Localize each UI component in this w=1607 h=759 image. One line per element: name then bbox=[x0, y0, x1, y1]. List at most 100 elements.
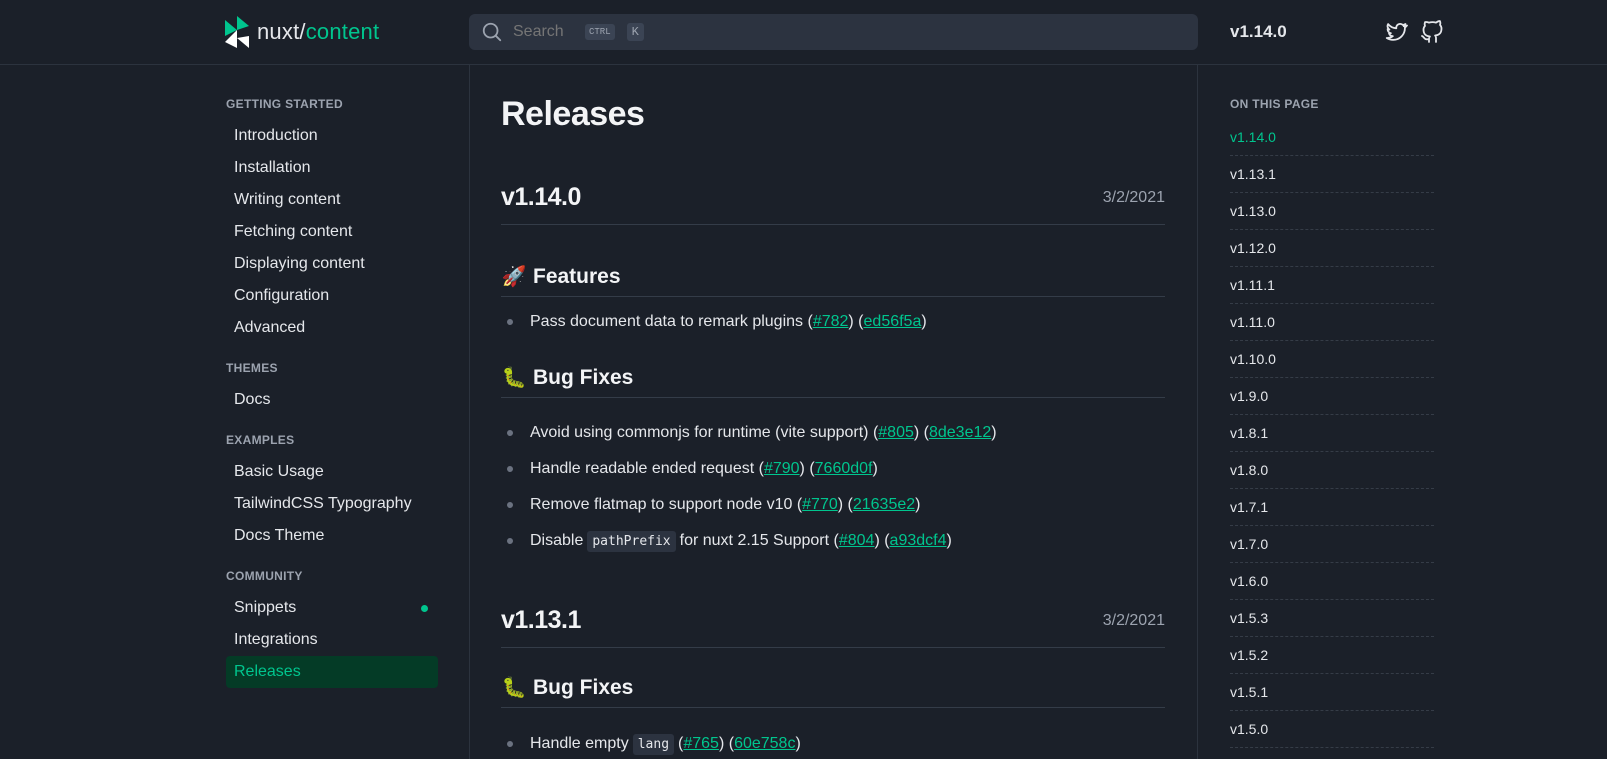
right-divider bbox=[1197, 65, 1198, 759]
page-title: Releases bbox=[501, 95, 645, 133]
bug-icon: 🐛 bbox=[501, 367, 527, 389]
toc-item-v1-8-1[interactable]: v1.8.1 bbox=[1230, 415, 1434, 452]
sidebar-item-docs-theme[interactable]: Docs Theme bbox=[226, 520, 438, 552]
bullet bbox=[507, 502, 513, 508]
bullet bbox=[507, 538, 513, 544]
item-text: ) bbox=[872, 460, 878, 477]
logo-text-part1: nuxt/ bbox=[257, 19, 306, 44]
github-link[interactable] bbox=[1420, 20, 1444, 44]
commit-link[interactable]: 60e758c bbox=[734, 735, 795, 753]
toc-item-v1-7-1[interactable]: v1.7.1 bbox=[1230, 489, 1434, 526]
toc-item-v1-14-0[interactable]: v1.14.0 bbox=[1230, 119, 1434, 156]
list-item: Handle empty lang(#765) (60e758c) bbox=[501, 732, 1165, 756]
inline-code: pathPrefix bbox=[587, 530, 676, 552]
pr-link[interactable]: #804 bbox=[839, 532, 875, 550]
toc-title: ON THIS PAGE bbox=[1230, 97, 1319, 111]
toc-item-v1-11-1[interactable]: v1.11.1 bbox=[1230, 267, 1434, 304]
release-header: v1.13.1 3/2/2021 bbox=[501, 600, 1165, 648]
toc-item-v1-11-0[interactable]: v1.11.0 bbox=[1230, 304, 1434, 341]
item-text: ) bbox=[795, 735, 801, 752]
toc-item-v1-5-2[interactable]: v1.5.2 bbox=[1230, 637, 1434, 674]
sidebar-item-displaying-content[interactable]: Displaying content bbox=[226, 248, 438, 280]
toc-item-v1-5-1[interactable]: v1.5.1 bbox=[1230, 674, 1434, 711]
section-title-community: COMMUNITY bbox=[226, 569, 303, 583]
toc-item-v1-6-0[interactable]: v1.6.0 bbox=[1230, 563, 1434, 600]
new-indicator-dot bbox=[421, 604, 428, 612]
pr-link[interactable]: #805 bbox=[878, 424, 914, 442]
search-bar[interactable]: CTRL K bbox=[469, 14, 1198, 50]
pr-link[interactable]: #782 bbox=[813, 313, 849, 331]
release-version: v1.13.1 bbox=[501, 606, 581, 634]
sidebar-item-docs[interactable]: Docs bbox=[226, 384, 438, 416]
sidebar-item-installation[interactable]: Installation bbox=[226, 152, 438, 184]
section-title-themes: THEMES bbox=[226, 361, 278, 375]
commit-link[interactable]: 7660d0f bbox=[815, 460, 873, 478]
toc-item-v1-10-0[interactable]: v1.10.0 bbox=[1230, 341, 1434, 378]
kbd-k: K bbox=[626, 23, 644, 41]
item-text: Disable bbox=[530, 532, 584, 549]
twitter-icon bbox=[1385, 22, 1408, 41]
logo-text: nuxt/content bbox=[257, 19, 379, 45]
sidebar-item-tailwindcss-typography[interactable]: TailwindCSS Typography bbox=[226, 488, 438, 520]
sidebar-item-configuration[interactable]: Configuration bbox=[226, 280, 438, 312]
toc-item-v1-5-3[interactable]: v1.5.3 bbox=[1230, 600, 1434, 637]
list-item: Handle readable ended request (#790) (76… bbox=[501, 457, 1165, 481]
commit-link[interactable]: a93dcf4 bbox=[890, 532, 947, 550]
toc-item-v1-7-0[interactable]: v1.7.0 bbox=[1230, 526, 1434, 563]
sidebar-item-releases[interactable]: Releases bbox=[226, 656, 438, 688]
pr-link[interactable]: #765 bbox=[683, 735, 719, 753]
sidebar-item-integrations[interactable]: Integrations bbox=[226, 624, 438, 656]
commit-link[interactable]: 21635e2 bbox=[853, 496, 915, 514]
release-date: 3/2/2021 bbox=[1102, 612, 1165, 629]
rocket-icon: 🚀 bbox=[501, 266, 527, 288]
release-date: 3/2/2021 bbox=[1102, 189, 1165, 206]
sidebar-item-writing-content[interactable]: Writing content bbox=[226, 184, 438, 216]
toc-item-v1-12-0[interactable]: v1.12.0 bbox=[1230, 230, 1434, 267]
sidebar-item-introduction[interactable]: Introduction bbox=[226, 120, 438, 152]
bugfix-title: Bug Fixes bbox=[533, 365, 634, 389]
sidebar-item-advanced[interactable]: Advanced bbox=[226, 312, 438, 344]
item-text: ) ( bbox=[718, 735, 735, 752]
toc-item-v1-13-0[interactable]: v1.13.0 bbox=[1230, 193, 1434, 230]
bugfix-title: Bug Fixes bbox=[533, 675, 634, 699]
toc-item-v1-8-0[interactable]: v1.8.0 bbox=[1230, 452, 1434, 489]
twitter-link[interactable] bbox=[1384, 20, 1408, 44]
commit-link[interactable]: 8de3e12 bbox=[929, 424, 991, 442]
sidebar-item-fetching-content[interactable]: Fetching content bbox=[226, 216, 438, 248]
item-text: ) bbox=[921, 313, 927, 330]
pr-link[interactable]: #770 bbox=[802, 496, 838, 514]
toc-item-v1-9-0[interactable]: v1.9.0 bbox=[1230, 378, 1434, 415]
kbd-ctrl: CTRL bbox=[585, 24, 615, 40]
top-header: nuxt/content CTRL K v1.14.0 bbox=[0, 0, 1607, 65]
features-title: Features bbox=[533, 264, 621, 288]
item-text: ) ( bbox=[799, 460, 815, 477]
section-title-getting-started: GETTING STARTED bbox=[226, 97, 343, 111]
github-icon bbox=[1421, 20, 1443, 43]
logo-link[interactable]: nuxt/content bbox=[225, 16, 379, 48]
release-header: v1.14.0 3/2/2021 bbox=[501, 177, 1165, 225]
item-text: ) bbox=[991, 424, 997, 441]
item-text: Pass document data to remark plugins ( bbox=[530, 313, 813, 330]
list-item: Remove flatmap to support node v10 (#770… bbox=[501, 493, 1165, 517]
sidebar-item-basic-usage[interactable]: Basic Usage bbox=[226, 456, 438, 488]
bullet bbox=[507, 319, 513, 325]
logo-text-part2: content bbox=[305, 19, 380, 44]
inline-code: lang bbox=[632, 733, 675, 755]
bug-icon: 🐛 bbox=[501, 677, 527, 699]
left-divider bbox=[469, 65, 470, 759]
item-text: Handle empty bbox=[530, 735, 629, 752]
item-text: ) bbox=[946, 532, 952, 549]
version-link[interactable]: v1.14.0 bbox=[1230, 22, 1287, 42]
list-item: Pass document data to remark plugins (#7… bbox=[501, 310, 1165, 334]
pr-link[interactable]: #790 bbox=[764, 460, 800, 478]
sidebar-item-snippets[interactable]: Snippets bbox=[226, 592, 438, 624]
list-item: Disable pathPrefix for nuxt 2.15 Support (… bbox=[501, 529, 1165, 553]
toc-item-v1-13-1[interactable]: v1.13.1 bbox=[1230, 156, 1434, 193]
commit-link[interactable]: ed56f5a bbox=[864, 313, 922, 331]
bugfix-heading: 🐛 Bug Fixes bbox=[501, 668, 1165, 708]
toc-item-v1-5-0[interactable]: v1.5.0 bbox=[1230, 711, 1434, 748]
search-input[interactable] bbox=[513, 23, 575, 41]
item-text: for nuxt 2.15 Support ( bbox=[679, 532, 839, 549]
item-text: ) bbox=[915, 496, 921, 513]
nuxt-logo-icon bbox=[225, 16, 249, 48]
